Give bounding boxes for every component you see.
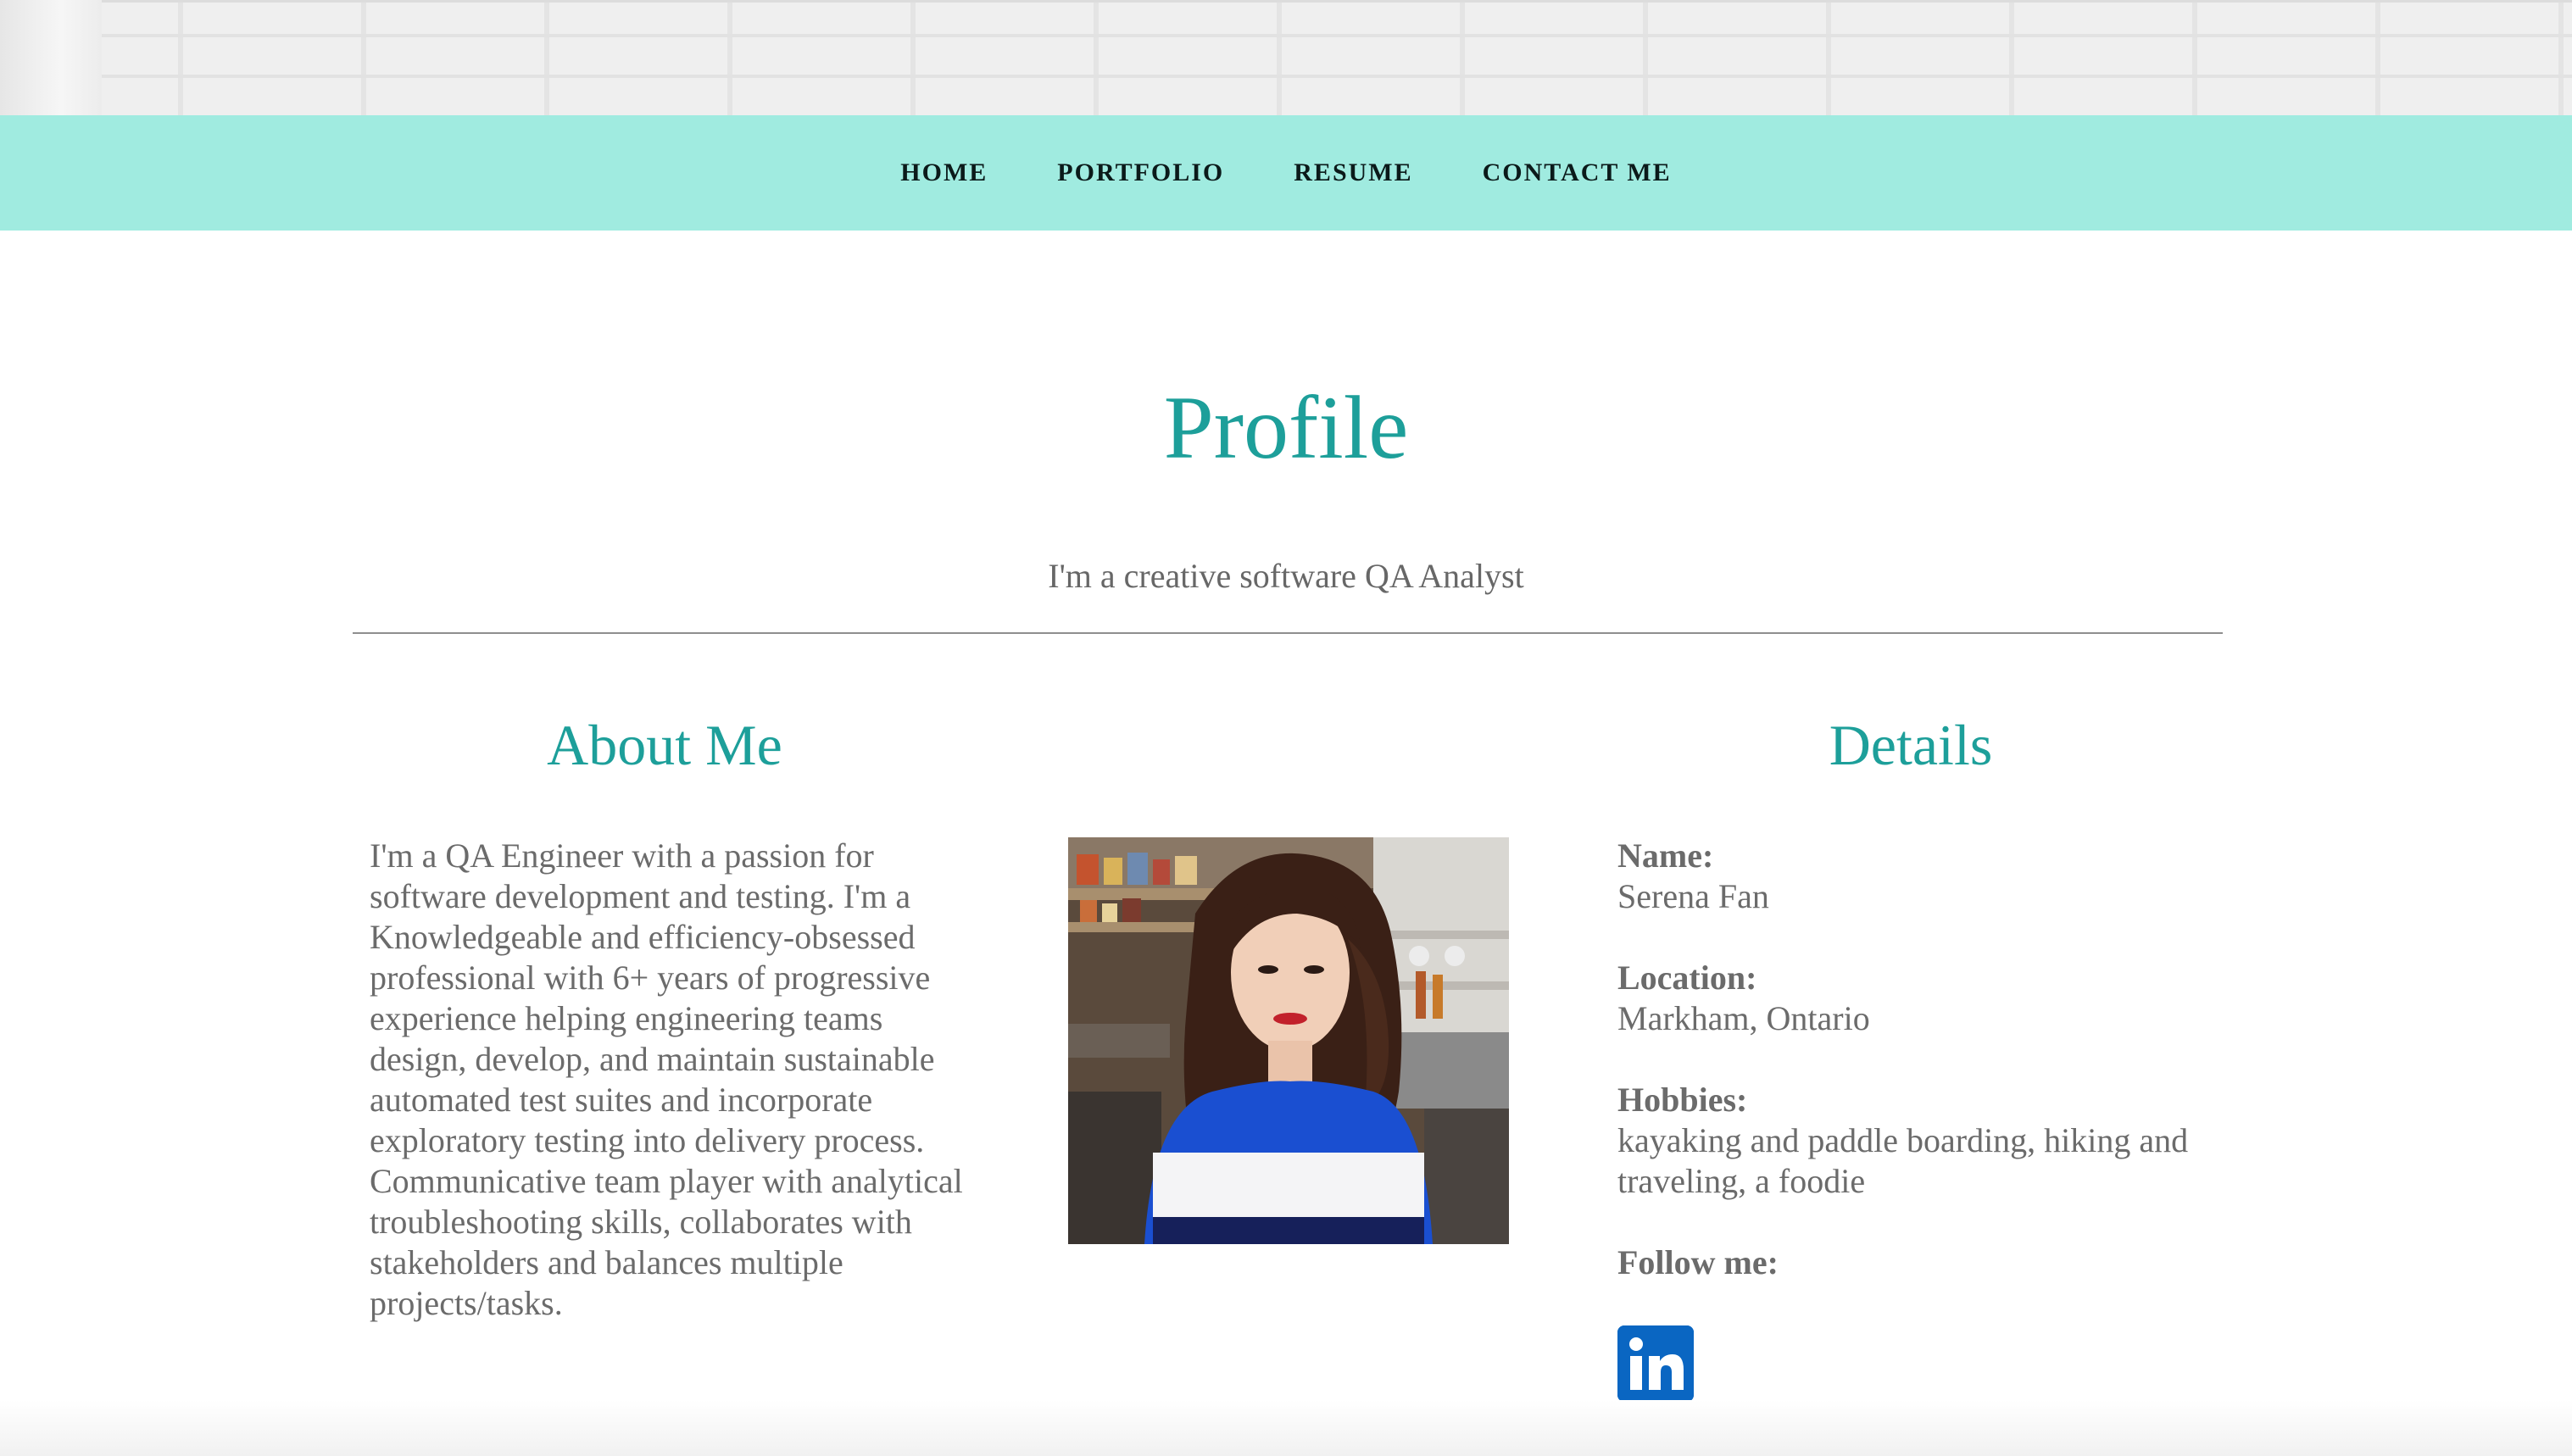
banner-wall-shade	[0, 0, 102, 115]
nav-contact-link[interactable]: CONTACT ME	[1483, 158, 1672, 187]
detail-follow-label: Follow me:	[1617, 1243, 1779, 1281]
page-subtitle: I'm a creative software QA Analyst	[1048, 557, 1524, 595]
detail-follow: Follow me:	[1617, 1242, 2194, 1283]
banner-top-border	[0, 0, 2572, 3]
details-list: Name: Serena Fan Location: Markham, Onta…	[1617, 836, 2194, 1324]
detail-location: Location: Markham, Ontario	[1617, 958, 2194, 1039]
page-title: Profile	[1163, 378, 1409, 477]
detail-location-value: Markham, Ontario	[1617, 999, 1870, 1037]
detail-name: Name: Serena Fan	[1617, 836, 2194, 917]
section-divider	[353, 632, 2223, 634]
detail-hobbies: Hobbies: kayaking and paddle boarding, h…	[1617, 1080, 2194, 1202]
header-banner-image	[0, 0, 2572, 115]
detail-name-label: Name:	[1617, 836, 1714, 875]
profile-photo	[1068, 837, 1509, 1244]
detail-name-value: Serena Fan	[1617, 877, 1769, 915]
linkedin-icon[interactable]	[1617, 1325, 1694, 1402]
nav-portfolio-link[interactable]: PORTFOLIO	[1057, 158, 1224, 187]
nav-resume-link[interactable]: RESUME	[1294, 158, 1412, 187]
about-heading: About Me	[547, 713, 782, 777]
detail-hobbies-value: kayaking and paddle boarding, hiking and…	[1617, 1121, 2189, 1200]
page: HOME PORTFOLIO RESUME CONTACT ME Profile…	[0, 0, 2572, 1456]
details-heading: Details	[1829, 713, 1993, 777]
main-nav: HOME PORTFOLIO RESUME CONTACT ME	[0, 115, 2572, 231]
detail-hobbies-label: Hobbies:	[1617, 1081, 1748, 1119]
detail-location-label: Location:	[1617, 959, 1757, 997]
nav-home-link[interactable]: HOME	[900, 158, 988, 187]
bottom-fade	[0, 1400, 2572, 1456]
about-text: I'm a QA Engineer with a passion for sof…	[370, 836, 963, 1322]
